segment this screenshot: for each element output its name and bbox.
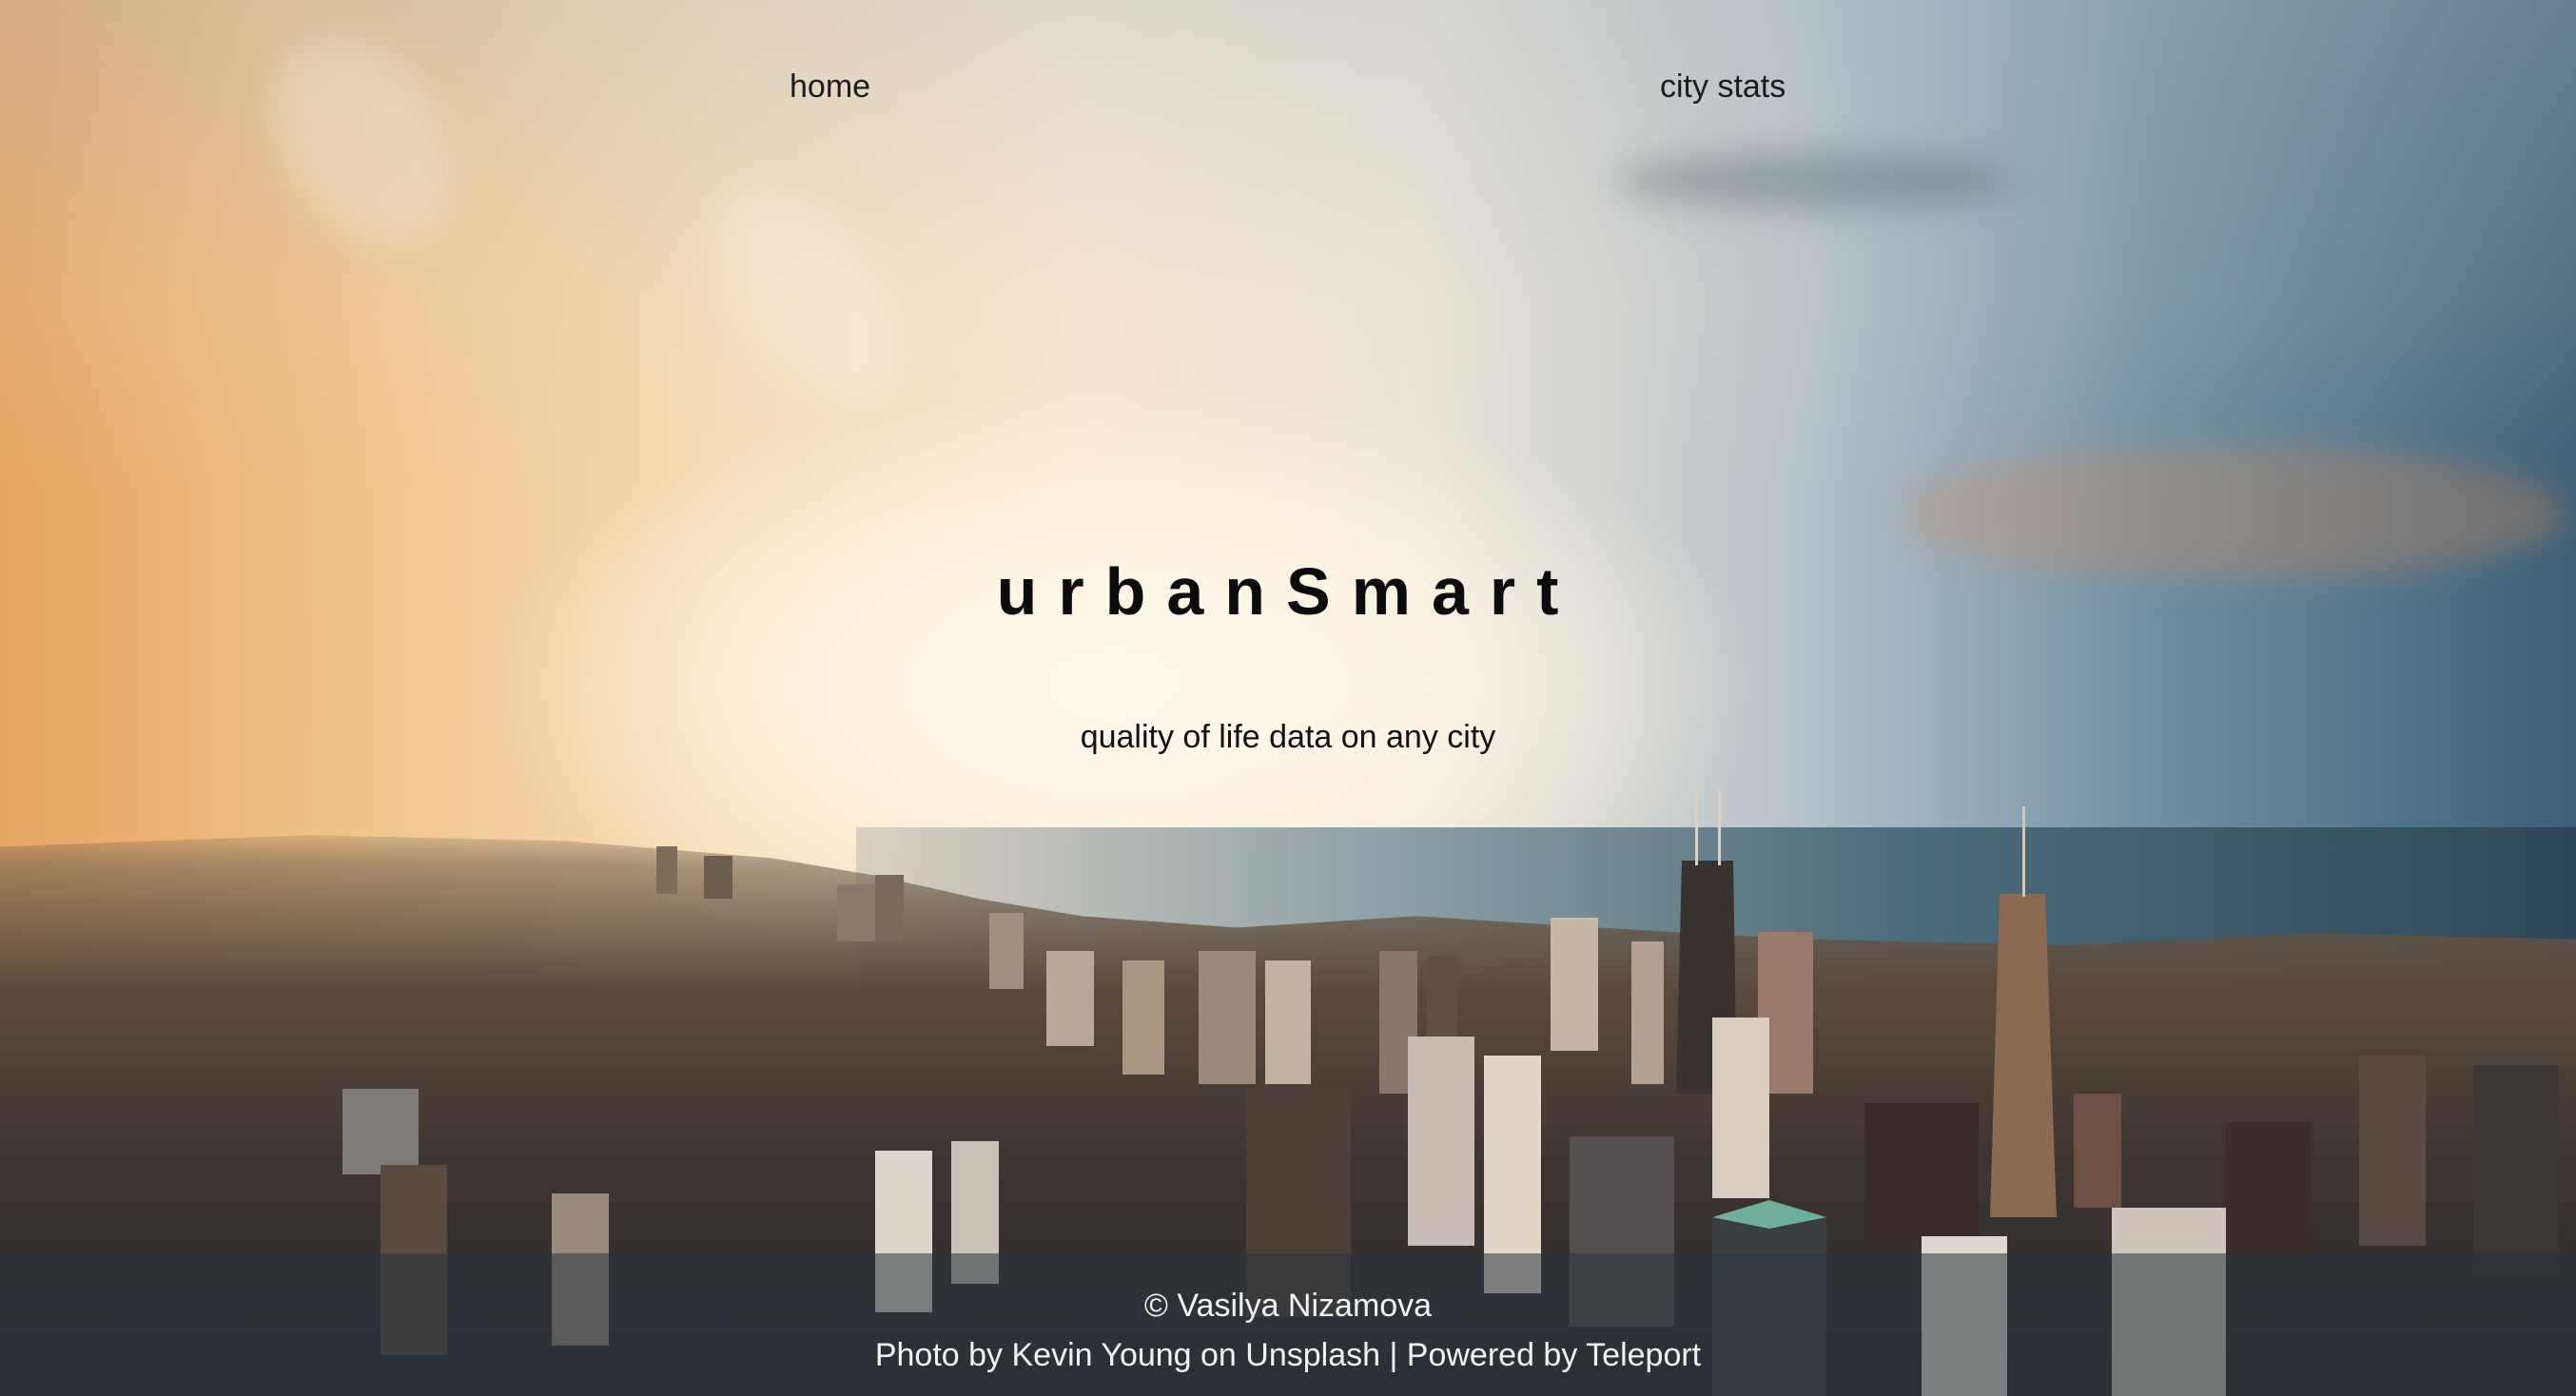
building [1631, 941, 1664, 1084]
building [1265, 960, 1311, 1084]
building [989, 913, 1024, 989]
building [837, 884, 875, 941]
building [1122, 960, 1164, 1075]
teleport-link[interactable]: Teleport [1586, 1337, 1701, 1373]
photo-credit-prefix: Photo by [874, 1337, 1012, 1373]
building [2074, 1094, 2121, 1208]
building [2226, 1122, 2312, 1255]
footer-credits: Photo by Kevin Young on Unsplash | Power… [0, 1337, 2576, 1374]
tower-antenna [1718, 789, 1721, 865]
powered-prefix: Powered by [1406, 1337, 1587, 1373]
footer [0, 1253, 2576, 1396]
building [875, 875, 904, 941]
photo-credit-middle: on [1191, 1337, 1246, 1373]
page: home city stats urbanSmart quality of li… [0, 0, 2576, 1396]
building [1046, 951, 1094, 1046]
building [704, 856, 732, 899]
building [342, 1089, 419, 1174]
background-skyline [342, 789, 2559, 1396]
building-tall-tower [1990, 894, 2057, 1217]
building [1864, 1103, 1979, 1246]
photographer-link[interactable]: Kevin Young [1012, 1337, 1192, 1373]
footer-separator: | [1380, 1337, 1407, 1373]
unsplash-link[interactable]: Unsplash [1245, 1337, 1380, 1373]
building [2359, 1056, 2426, 1246]
building [1551, 918, 1598, 1051]
site-subtitle: quality of life data on any city [1080, 719, 1496, 755]
building [656, 846, 677, 894]
nav-home-link[interactable]: home [790, 68, 870, 106]
building [2473, 1065, 2559, 1274]
building [1712, 1018, 1769, 1198]
building [1199, 951, 1256, 1084]
site-title: urbanSmart [996, 554, 1580, 629]
tower-antenna [1695, 789, 1698, 865]
building [1408, 1037, 1474, 1246]
nav-city-stats-link[interactable]: city stats [1660, 68, 1786, 106]
tower-antenna [2022, 806, 2025, 897]
footer-copyright: © Vasilya Nizamova [1143, 1288, 1433, 1324]
